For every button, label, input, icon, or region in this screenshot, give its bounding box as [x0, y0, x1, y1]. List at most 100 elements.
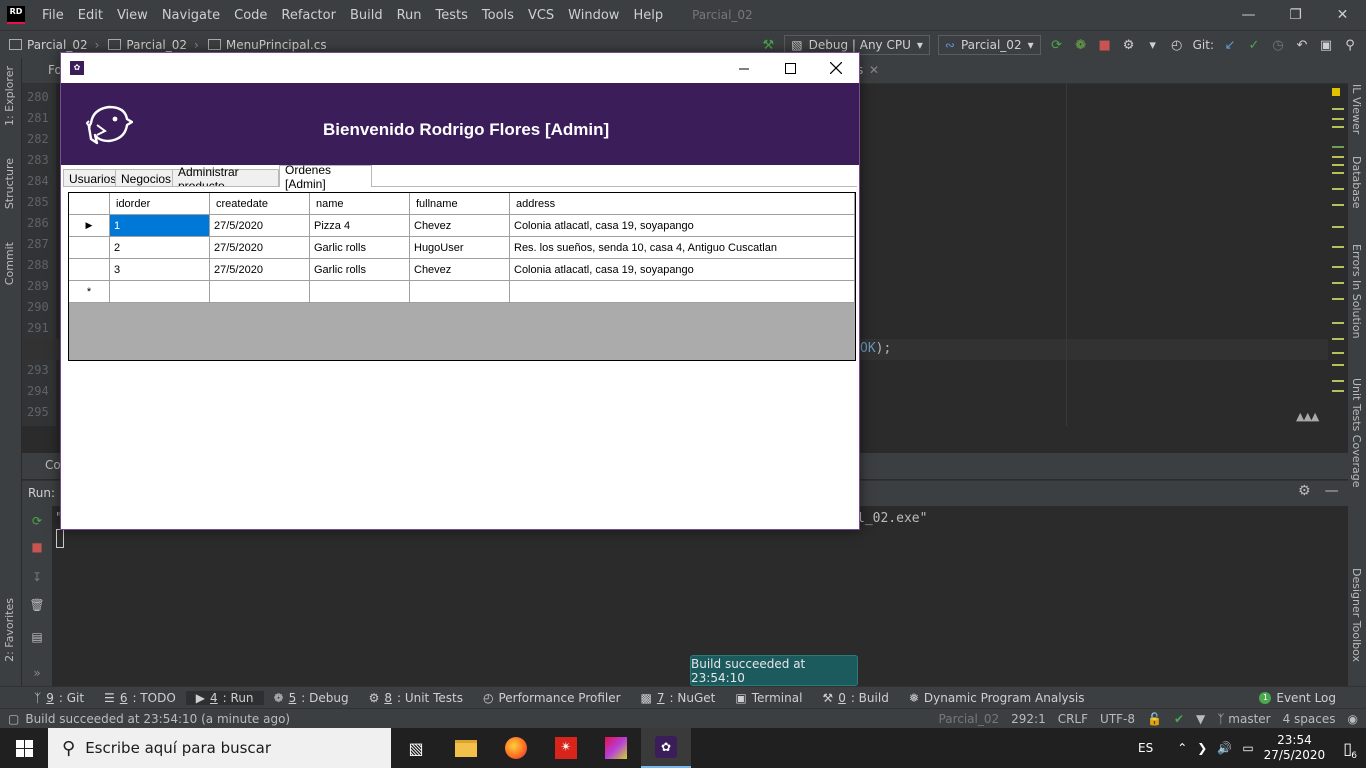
- stripe-marker[interactable]: [1332, 282, 1344, 284]
- menu-code[interactable]: Code: [227, 8, 274, 23]
- menu-tests[interactable]: Tests: [429, 8, 475, 23]
- ide-restore-icon[interactable]: ❐: [1272, 0, 1319, 30]
- table-cell[interactable]: 1: [110, 215, 210, 237]
- chevron-up-icon[interactable]: ⌃: [1177, 741, 1187, 755]
- table-cell[interactable]: [410, 281, 510, 303]
- terminal-tool-button[interactable]: ▣ Terminal: [725, 691, 812, 705]
- table-cell[interactable]: 27/5/2020: [210, 215, 310, 237]
- table-cell[interactable]: Pizza 4: [310, 215, 410, 237]
- stripe-marker[interactable]: [1332, 126, 1344, 128]
- minimize-button[interactable]: [721, 53, 767, 83]
- attach-icon[interactable]: ⚙: [1121, 37, 1137, 53]
- firefox-button[interactable]: [491, 728, 541, 768]
- settings-gear-icon[interactable]: ⚙: [1298, 483, 1311, 499]
- commit-panel-button[interactable]: Commit: [3, 242, 16, 285]
- stripe-marker[interactable]: [1332, 390, 1344, 392]
- structure-panel-button[interactable]: Structure: [3, 158, 16, 209]
- todo-tool-button[interactable]: ☰ 6: TODO: [94, 691, 186, 705]
- menu-view[interactable]: View: [110, 8, 155, 23]
- clock[interactable]: 23:54 27/5/2020: [1264, 733, 1326, 763]
- status-encoding[interactable]: UTF-8: [1100, 712, 1135, 726]
- maximize-button[interactable]: [767, 53, 813, 83]
- stripe-marker[interactable]: [1332, 156, 1344, 158]
- table-cell[interactable]: Colonia atlacatl, casa 19, soyapango: [510, 215, 855, 237]
- stripe-marker[interactable]: [1332, 322, 1344, 324]
- errors-panel-button[interactable]: Errors In Solution: [1350, 244, 1363, 339]
- status-line-separator[interactable]: CRLF: [1058, 712, 1088, 726]
- rerun-icon[interactable]: ⟳: [30, 514, 44, 528]
- status-message[interactable]: ▢ Build succeeded at 23:54:10 (a minute a…: [0, 712, 290, 726]
- stop-icon[interactable]: ■: [1097, 37, 1113, 53]
- tab-negocios[interactable]: Negocios: [115, 169, 173, 187]
- nuget-tool-button[interactable]: ▩ 7: NuGet: [631, 691, 726, 705]
- table-cell[interactable]: Chevez: [410, 215, 510, 237]
- dynamic-analysis-tool-button[interactable]: ❅ Dynamic Program Analysis: [899, 691, 1095, 705]
- warning-indicator-icon[interactable]: [1332, 88, 1340, 96]
- run-config-combo[interactable]: ∾ Parcial_02 ▾: [937, 35, 1041, 55]
- stripe-marker[interactable]: [1332, 364, 1344, 366]
- layout-icon[interactable]: ▤: [30, 630, 44, 644]
- table-row[interactable]: 2 27/5/2020 Garlic rolls HugoUser Res. l…: [69, 237, 855, 259]
- menu-file[interactable]: File: [35, 8, 71, 23]
- database-panel-button[interactable]: Database: [1350, 156, 1363, 209]
- layout-icon[interactable]: ▣: [1318, 37, 1334, 53]
- acrobat-button[interactable]: ✴: [541, 728, 591, 768]
- taskbar-search[interactable]: ⚲ Escribe aquí para buscar: [48, 728, 391, 768]
- code-fragment[interactable]: OK);: [860, 341, 891, 356]
- search-everywhere-icon[interactable]: ⚲: [1342, 37, 1358, 53]
- menu-build[interactable]: Build: [343, 8, 390, 23]
- ide-close-icon[interactable]: ✕: [1319, 0, 1366, 30]
- winform-app-taskbar-button[interactable]: ✿: [641, 728, 691, 768]
- window-titlebar[interactable]: ✿: [61, 53, 859, 83]
- breadcrumb-solution[interactable]: Parcial_02 ›: [0, 38, 99, 52]
- table-cell[interactable]: HugoUser: [410, 237, 510, 259]
- git-tool-button[interactable]: ᛉ9: Git: [24, 691, 94, 705]
- column-header-createdate[interactable]: createdate: [210, 193, 310, 215]
- rerun-icon[interactable]: ⟳: [1049, 37, 1065, 53]
- column-header-idorder[interactable]: idorder: [110, 193, 210, 215]
- debug-tool-button[interactable]: ❁ 5: Debug: [264, 691, 359, 705]
- hide-panel-icon[interactable]: —: [1325, 483, 1339, 499]
- menu-refactor[interactable]: Refactor: [274, 8, 343, 23]
- menu-edit[interactable]: Edit: [71, 8, 110, 23]
- current-row-indicator-icon[interactable]: ▶: [69, 215, 110, 237]
- grid-corner-header[interactable]: [69, 193, 110, 215]
- il-viewer-panel-button[interactable]: IL Viewer: [1350, 84, 1363, 134]
- tab-administrar-producto[interactable]: Administrar producto: [172, 165, 279, 193]
- stripe-marker[interactable]: [1332, 172, 1344, 174]
- table-cell[interactable]: Colonia atlacatl, casa 19, soyapango: [510, 259, 855, 281]
- table-row[interactable]: 3 27/5/2020 Garlic rolls Chevez Colonia …: [69, 259, 855, 281]
- menu-help[interactable]: Help: [626, 8, 670, 23]
- table-cell[interactable]: 27/5/2020: [210, 259, 310, 281]
- tab-usuarios[interactable]: Usuarios: [63, 169, 116, 187]
- git-history-icon[interactable]: ◷: [1270, 37, 1286, 53]
- stripe-marker[interactable]: [1332, 298, 1344, 300]
- favorites-panel-button[interactable]: 2: Favorites: [3, 598, 16, 662]
- table-cell[interactable]: Chevez: [410, 259, 510, 281]
- table-row[interactable]: ▶ 1 27/5/2020 Pizza 4 Chevez Colonia atl…: [69, 215, 855, 237]
- new-row-indicator-icon[interactable]: *: [69, 281, 110, 303]
- git-branch-widget[interactable]: ᛉ master: [1217, 712, 1270, 726]
- menu-vcs[interactable]: VCS: [521, 8, 561, 23]
- stripe-marker[interactable]: [1332, 226, 1344, 228]
- inspection-ok-icon[interactable]: ✔: [1174, 712, 1184, 726]
- stripe-marker[interactable]: [1332, 380, 1344, 382]
- table-cell[interactable]: 27/5/2020: [210, 237, 310, 259]
- menu-run[interactable]: Run: [390, 8, 429, 23]
- event-log-button[interactable]: 1 Event Log: [1259, 687, 1336, 709]
- stripe-marker[interactable]: [1332, 118, 1344, 120]
- console-tab[interactable]: Co: [45, 458, 61, 472]
- orders-datagrid[interactable]: idorder createdate name fullname address…: [68, 192, 856, 361]
- build-tool-button[interactable]: ⚒ 0: Build: [812, 691, 898, 705]
- chevron-down-icon[interactable]: ▾: [1145, 37, 1161, 53]
- task-view-button[interactable]: ▧: [391, 728, 441, 768]
- build-hammer-icon[interactable]: ⚒: [760, 37, 776, 53]
- stripe-marker[interactable]: [1332, 246, 1344, 248]
- performance-profiler-tool-button[interactable]: ◴ Performance Profiler: [473, 691, 631, 705]
- column-header-fullname[interactable]: fullname: [410, 193, 510, 215]
- status-caret-position[interactable]: 292:1: [1011, 712, 1046, 726]
- tab-ordenes-admin[interactable]: Ordenes [Admin]: [279, 163, 372, 191]
- stripe-marker[interactable]: [1332, 146, 1344, 148]
- file-explorer-button[interactable]: [441, 728, 491, 768]
- git-update-icon[interactable]: ↙: [1222, 37, 1238, 53]
